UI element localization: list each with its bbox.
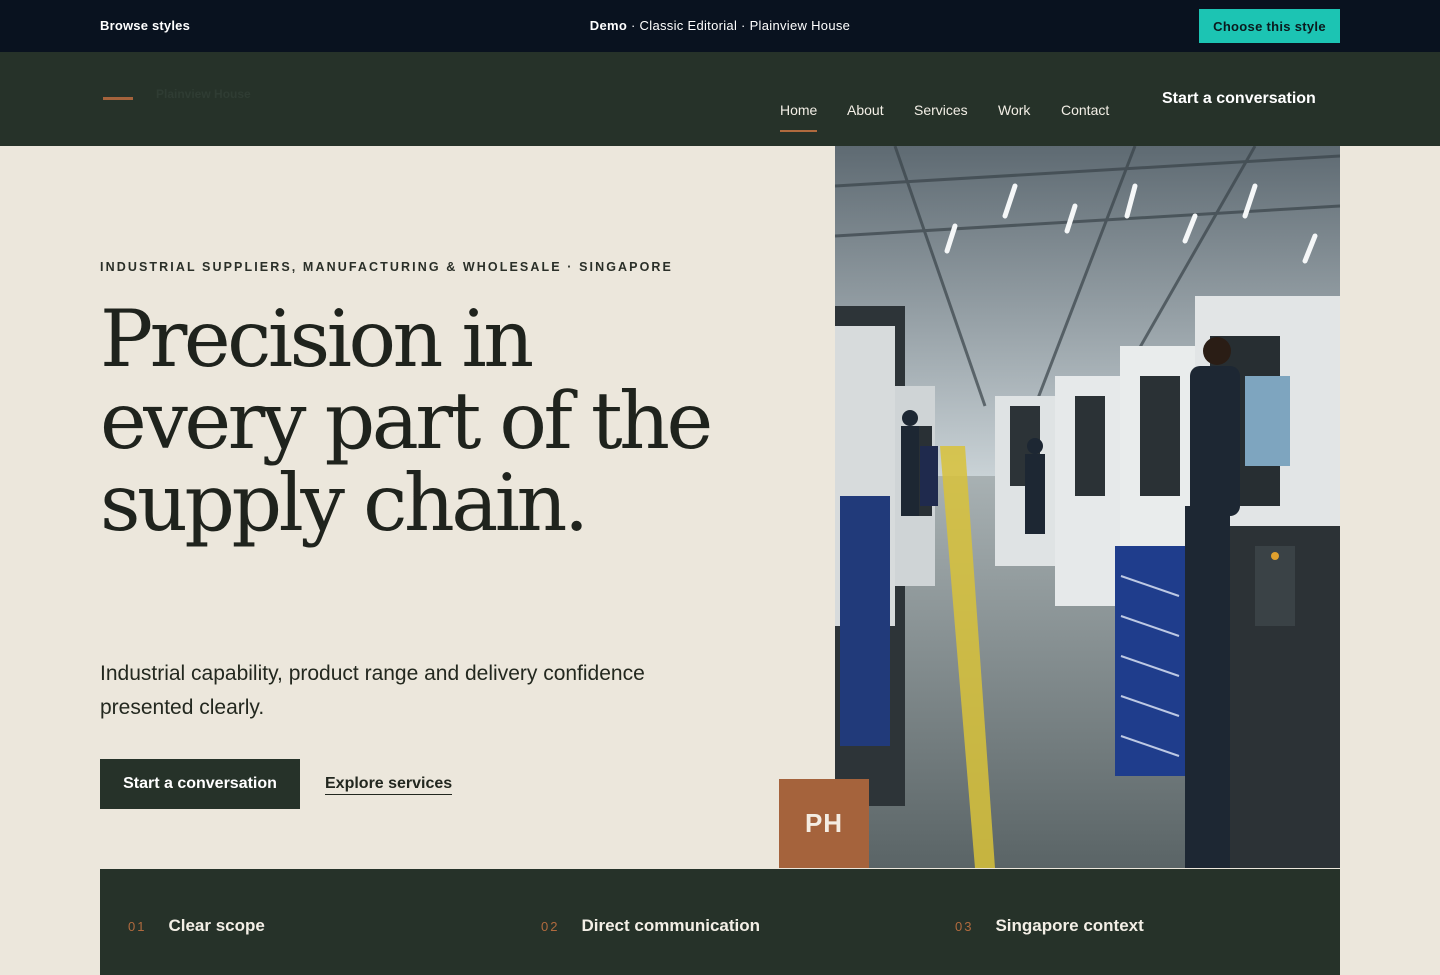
feature-strip: 01 Clear scope 02 Direct communication 0… [100,869,1340,975]
logo-text[interactable]: Plainview House [156,87,251,101]
feature-label: Clear scope [168,916,265,935]
nav-services[interactable]: Services [914,102,968,118]
demo-label: Demo [589,18,628,33]
feature-item: 01 Clear scope [128,916,265,936]
factory-floor-image [835,146,1340,868]
nav-home[interactable]: Home [780,102,818,132]
header-cta-link[interactable]: Start a conversation [1162,90,1316,108]
logo-mark [103,97,133,100]
demo-style-name: · Classic Editorial · Plainview House [627,18,851,33]
feature-item: 03 Singapore context [955,916,1144,936]
feature-item: 02 Direct communication [541,916,760,936]
choose-style-button[interactable]: Choose this style [1199,9,1340,43]
nav-work[interactable]: Work [998,102,1030,118]
explore-services-link[interactable]: Explore services [325,775,453,795]
hero-subcopy: Industrial capability, product range and… [100,662,645,719]
feature-number: 02 [541,919,560,934]
feature-number: 01 [128,919,147,934]
factory-floor-photo-icon [835,146,1340,868]
feature-label: Singapore context [995,916,1144,935]
start-conversation-button[interactable]: Start a conversation [100,759,300,809]
hero-eyebrow: INDUSTRIAL SUPPLIERS, MANUFACTURING & WH… [100,260,673,274]
ph-badge: PH [779,779,869,868]
feature-number: 03 [955,919,974,934]
hero-headline: Precision in every part of the supply ch… [100,293,713,549]
nav-contact[interactable]: Contact [1061,102,1109,118]
demo-bar: Browse styles Demo · Classic Editorial ·… [0,0,1440,52]
site-header: Plainview House Home About Services Work… [0,52,1440,146]
nav-about[interactable]: About [847,102,884,118]
feature-label: Direct communication [581,916,761,935]
